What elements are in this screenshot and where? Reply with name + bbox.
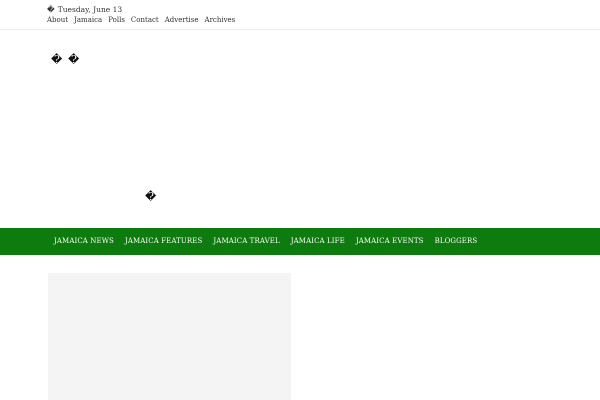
top-bar: � Tuesday, June 13 About Jamaica Polls Conta… [0, 0, 600, 30]
top-nav-archives[interactable]: Archives [205, 16, 236, 24]
nav-item-jamaica-travel[interactable]: JAMAICA TRAVEL [213, 237, 279, 245]
missing-glyph-icon: � [68, 53, 80, 66]
page: � Tuesday, June 13 About Jamaica Polls Conta… [0, 0, 600, 400]
nav-item-bloggers[interactable]: BLOGGERS [435, 237, 478, 245]
date-display: � Tuesday, June 13 [47, 5, 122, 14]
calendar-icon: � [47, 5, 55, 14]
top-nav-about[interactable]: About [47, 16, 68, 24]
missing-glyph-icon: � [145, 190, 157, 203]
nav-item-jamaica-features[interactable]: JAMAICA FEATURES [125, 237, 202, 245]
nav-item-jamaica-life[interactable]: JAMAICA LIFE [291, 237, 345, 245]
top-nav-advertise[interactable]: Advertise [165, 16, 199, 24]
main-navigation-bar: JAMAICA NEWS JAMAICA FEATURES JAMAICA TRAV… [0, 228, 600, 255]
main-nav-items: JAMAICA NEWS JAMAICA FEATURES JAMAICA TRAV… [54, 237, 488, 245]
missing-glyph-icon: � [51, 53, 63, 66]
top-nav-jamaica[interactable]: Jamaica [74, 16, 102, 24]
nav-item-jamaica-news[interactable]: JAMAICA NEWS [54, 237, 114, 245]
top-nav-contact[interactable]: Contact [131, 16, 159, 24]
content-placeholder [48, 273, 291, 400]
top-nav-polls[interactable]: Polls [108, 16, 125, 24]
current-date: Tuesday, June 13 [57, 5, 123, 14]
nav-item-jamaica-events[interactable]: JAMAICA EVENTS [356, 237, 424, 245]
top-navigation: About Jamaica Polls Contact Advertise Archive… [47, 16, 241, 24]
